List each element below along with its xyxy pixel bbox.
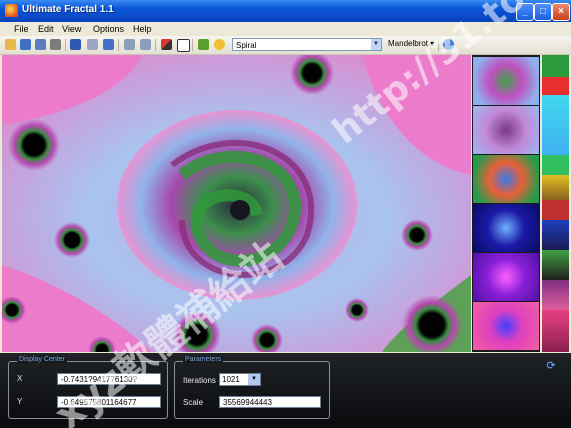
thumbnail-2[interactable]: [473, 106, 539, 154]
thumbnail-1[interactable]: [473, 57, 539, 105]
close-button[interactable]: ×: [552, 3, 570, 21]
minimize-button[interactable]: _: [516, 3, 534, 21]
zoom-out-icon[interactable]: [140, 39, 151, 50]
scale-field[interactable]: 35569944443: [219, 396, 321, 408]
menu-help[interactable]: Help: [133, 24, 152, 34]
menu-bar: File Edit View Options Help: [0, 22, 571, 36]
undo-icon[interactable]: [70, 39, 81, 50]
iterations-select[interactable]: 1021 ▼: [219, 373, 261, 386]
app-logo-icon: [5, 4, 18, 17]
menu-view[interactable]: View: [62, 24, 81, 34]
menu-options[interactable]: Options: [93, 24, 124, 34]
help-icon[interactable]: [443, 39, 454, 50]
scale-label: Scale: [183, 398, 204, 407]
fractal-type-value: Mandelbrot: [388, 39, 429, 48]
thumbnail-3[interactable]: [473, 155, 539, 203]
y-label: Y: [17, 397, 23, 406]
window-title: Ultimate Fractal 1.1: [22, 4, 114, 15]
chevron-down-icon: ▼: [371, 39, 381, 50]
iterations-label: Iterations: [183, 376, 216, 385]
display-center-title: Display Center: [17, 356, 67, 363]
menu-file[interactable]: File: [14, 24, 29, 34]
favorite-star-icon[interactable]: [214, 39, 225, 50]
title-bar[interactable]: Ultimate Fractal 1.1 _ □ ×: [0, 0, 571, 22]
random-dice-icon[interactable]: [177, 39, 190, 52]
color-palette[interactable]: [542, 55, 569, 352]
fractal-type-dropdown[interactable]: Mandelbrot ▾: [388, 39, 434, 48]
thumbnail-5[interactable]: [473, 253, 539, 301]
color-picker-icon[interactable]: [161, 39, 172, 50]
fractal-canvas[interactable]: [2, 55, 471, 352]
redo-icon[interactable]: [87, 39, 98, 50]
x-coordinate-field[interactable]: -0.7431?941776130?: [57, 373, 161, 385]
refresh-icon[interactable]: ⟳: [545, 360, 557, 372]
display-center-group: Display Center X -0.7431?941776130? Y -0…: [8, 356, 168, 419]
control-panel: Display Center X -0.7431?941776130? Y -0…: [0, 353, 571, 428]
maximize-button[interactable]: □: [534, 3, 552, 21]
toolbar: Spiral ▼ Mandelbrot ▾: [0, 36, 571, 55]
menu-edit[interactable]: Edit: [38, 24, 54, 34]
chevron-down-icon: ▼: [248, 374, 260, 385]
thumbnail-6[interactable]: [473, 302, 539, 350]
thumbnail-strip: [472, 55, 540, 352]
y-coordinate-field[interactable]: -0.649575801164677: [57, 396, 161, 408]
fractal-image: [2, 55, 471, 352]
reset-icon[interactable]: [103, 39, 114, 50]
thumbnail-4[interactable]: [473, 204, 539, 252]
preset-value: Spiral: [236, 41, 257, 50]
zoom-in-icon[interactable]: [124, 39, 135, 50]
print-icon[interactable]: [50, 39, 61, 50]
export-icon[interactable]: [35, 39, 46, 50]
open-folder-icon[interactable]: [5, 39, 16, 50]
preset-select[interactable]: Spiral ▼: [232, 38, 382, 51]
parameters-title: Parameters: [183, 356, 224, 363]
app-window: Ultimate Fractal 1.1 _ □ × File Edit Vie…: [0, 0, 571, 428]
iterations-value: 1021: [222, 375, 240, 384]
parameters-group: Parameters Iterations 1021 ▼ Scale 35569…: [174, 356, 330, 419]
gallery-icon[interactable]: [198, 39, 209, 50]
save-icon[interactable]: [20, 39, 31, 50]
x-label: X: [17, 374, 23, 383]
